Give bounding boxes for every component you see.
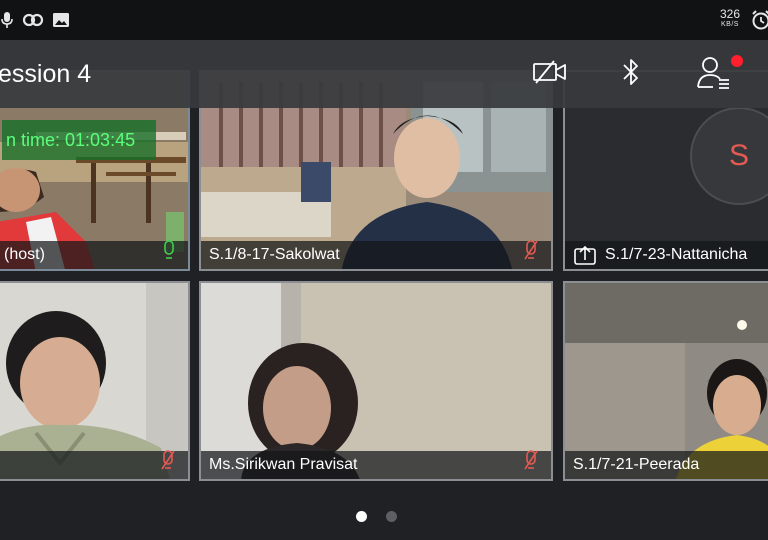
name-bar: S.1/7-23-Nattanicha	[565, 241, 768, 269]
microphone-icon	[0, 11, 14, 29]
mic-muted-icon	[160, 450, 176, 475]
network-speed-value: 326	[719, 7, 741, 21]
participant-name: S.1/7-21-Peerada	[573, 456, 700, 473]
share-screen-icon	[574, 245, 596, 265]
name-bar: (host)	[0, 241, 188, 269]
name-bar: Ms.Sirikwan Pravisat	[201, 451, 551, 479]
video-tile-peerada[interactable]: S.1/7-21-Peerada	[563, 281, 768, 481]
alarm-clock-icon	[750, 9, 768, 36]
page-indicator	[356, 511, 397, 522]
participant-name: Ms.Sirikwan Pravisat	[209, 456, 358, 473]
status-bar: 326 KB/S	[0, 0, 768, 40]
page-dot-1[interactable]	[356, 511, 367, 522]
network-speed-unit: KB/S	[721, 21, 739, 28]
name-bar: S.1/8-17-Sakolwat	[201, 241, 551, 269]
bluetooth-icon	[621, 56, 641, 93]
mic-on-icon	[162, 240, 176, 265]
video-feed	[565, 283, 768, 479]
participants-icon	[695, 54, 733, 95]
video-feed	[201, 283, 551, 479]
meeting-title[interactable]: ession 4	[0, 60, 91, 89]
network-speed: 326 KB/S	[716, 7, 744, 29]
participant-name: (host)	[4, 246, 45, 263]
participants-button[interactable]	[692, 54, 736, 94]
meeting-top-bar: ession 4	[0, 40, 768, 108]
link-icon	[22, 11, 44, 29]
meeting-timer: n time: 01:03:45	[2, 120, 156, 160]
bluetooth-button[interactable]	[609, 54, 653, 94]
video-off-button[interactable]	[528, 54, 572, 94]
page-dot-2[interactable]	[386, 511, 397, 522]
image-icon	[52, 11, 70, 29]
participant-name: S.1/8-17-Sakolwat	[209, 246, 340, 263]
notification-badge	[731, 55, 743, 67]
mic-muted-icon	[523, 450, 539, 475]
participant-name: S.1/7-23-Nattanicha	[605, 246, 748, 263]
video-tile-participant[interactable]	[0, 281, 190, 481]
mic-muted-icon	[523, 240, 539, 265]
video-tile-sirikwan[interactable]: Ms.Sirikwan Pravisat	[199, 281, 553, 481]
video-off-icon	[532, 59, 568, 90]
name-bar: S.1/7-21-Peerada	[565, 451, 768, 479]
status-bar-left	[0, 10, 70, 30]
